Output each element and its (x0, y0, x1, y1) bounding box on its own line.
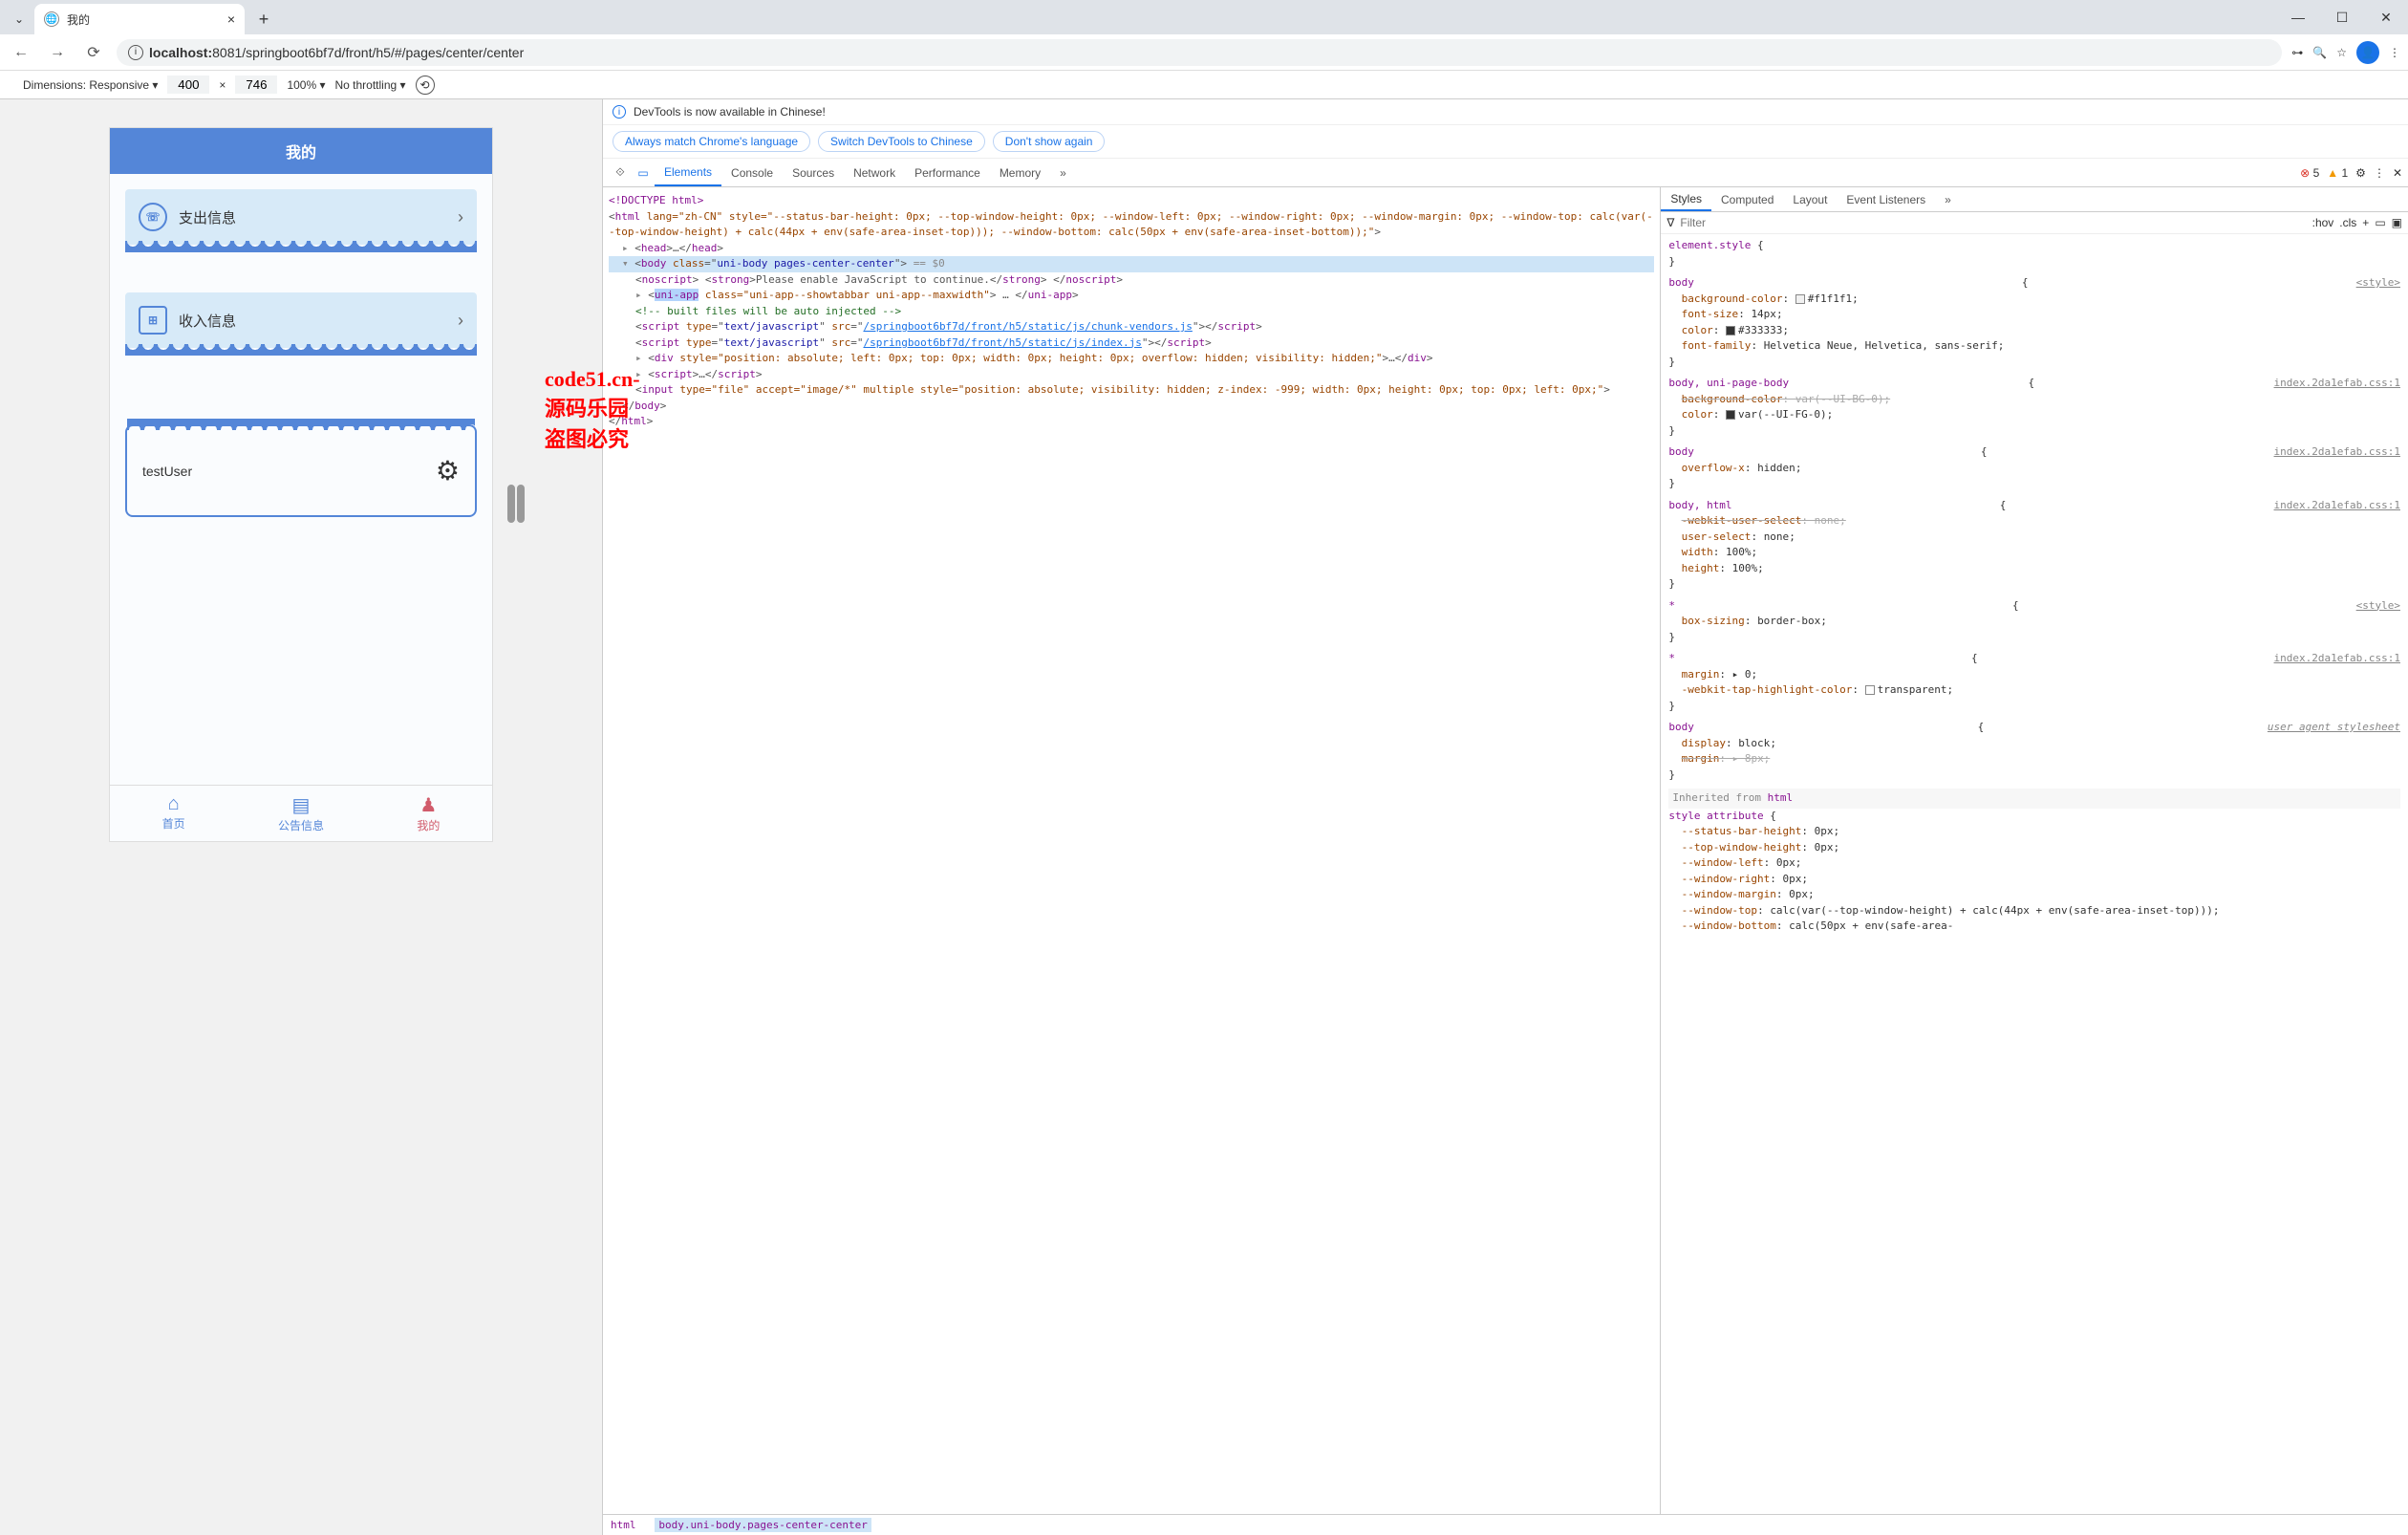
styles-rules[interactable]: element.style {} body {<style> backgroun… (1661, 234, 2408, 1514)
zoom-dropdown[interactable]: 100% ▾ (287, 78, 325, 92)
zoom-icon[interactable]: 🔍 (2312, 46, 2327, 59)
elements-breadcrumb[interactable]: html body.uni-body.pages-center-center (603, 1514, 2408, 1535)
browser-titlebar: ⌄ 🌐 我的 × + — ☐ ✕ (0, 0, 2408, 34)
mobile-tabbar: ⌂首页 ▤公告信息 ♟我的 (110, 785, 492, 841)
device-height-input[interactable] (235, 76, 277, 94)
device-icon[interactable]: ▭ (2375, 216, 2385, 229)
info-icon: i (613, 105, 626, 119)
tabbar-home[interactable]: ⌂首页 (110, 786, 237, 841)
back-button[interactable]: ← (8, 39, 34, 66)
card-label: 收入信息 (179, 311, 236, 331)
user-card[interactable]: testUser ⚙ (125, 424, 477, 517)
url-actions: ⊶ 🔍 ☆ 👤 ⋮ (2291, 41, 2400, 64)
chevron-right-icon: › (458, 207, 463, 227)
more-tabs-icon[interactable]: » (1050, 159, 1076, 186)
inspect-icon[interactable]: ⟐ (609, 165, 632, 180)
banner-text: DevTools is now available in Chinese! (634, 105, 826, 119)
tab-elements[interactable]: Elements (655, 159, 721, 186)
address-bar[interactable]: i localhost:8081/springboot6bf7d/front/h… (117, 39, 2282, 66)
browser-toolbar: ← → ⟳ i localhost:8081/springboot6bf7d/f… (0, 34, 2408, 71)
styles-pane: Styles Computed Layout Event Listeners »… (1660, 187, 2408, 1514)
devtools-panel: i DevTools is now available in Chinese! … (602, 99, 2408, 1535)
news-icon: ▤ (237, 793, 364, 817)
chevron-right-icon: › (458, 311, 463, 331)
profile-avatar[interactable]: 👤 (2356, 41, 2379, 64)
page-title: 我的 (110, 128, 492, 174)
reload-button[interactable]: ⟳ (80, 39, 107, 66)
device-toolbar: Dimensions: Responsive ▾ × 100% ▾ No thr… (0, 71, 2408, 99)
dimensions-dropdown[interactable]: Dimensions: Responsive ▾ (23, 78, 158, 92)
devtools-tabs: ⟐ ▭ Elements Console Sources Network Per… (603, 159, 2408, 187)
globe-icon: 🌐 (44, 11, 59, 27)
forward-button[interactable]: → (44, 39, 71, 66)
warning-count[interactable]: ▲ 1 (2327, 166, 2348, 180)
bookmark-icon[interactable]: ☆ (2336, 46, 2347, 59)
hov-button[interactable]: :hov (2312, 216, 2334, 229)
tab-styles[interactable]: Styles (1661, 187, 1711, 211)
resize-handle[interactable] (507, 485, 515, 523)
mobile-viewport: 我的 ☏ 支出信息 › ⊞ 收入信息 › testUser ⚙ ⌂首页 (110, 128, 492, 841)
tab-title: 我的 (67, 11, 90, 28)
new-tab-button[interactable]: + (250, 6, 277, 32)
window-controls: — ☐ ✕ (2276, 0, 2408, 34)
minimize-button[interactable]: — (2276, 0, 2320, 34)
main-split: 我的 ☏ 支出信息 › ⊞ 收入信息 › testUser ⚙ ⌂首页 (0, 99, 2408, 1535)
dont-show-again-button[interactable]: Don't show again (993, 131, 1106, 152)
match-language-button[interactable]: Always match Chrome's language (613, 131, 810, 152)
maximize-button[interactable]: ☐ (2320, 0, 2364, 34)
filter-icon: ∇ (1666, 216, 1674, 229)
devtools-menu-icon[interactable]: ⋮ (2374, 166, 2385, 180)
devtools-banner-buttons: Always match Chrome's language Switch De… (603, 125, 2408, 159)
income-info-card[interactable]: ⊞ 收入信息 › (125, 292, 477, 348)
tabbar-mine[interactable]: ♟我的 (365, 786, 492, 841)
devtools-banner: i DevTools is now available in Chinese! (603, 99, 2408, 125)
card-label: 支出信息 (179, 207, 236, 227)
error-count[interactable]: ⊗ 5 (2300, 166, 2319, 180)
home-icon: ⌂ (110, 793, 237, 815)
tab-layout[interactable]: Layout (1783, 187, 1837, 211)
gear-icon[interactable]: ⚙ (436, 455, 460, 486)
phone-icon: ☏ (139, 203, 167, 231)
tab-list-dropdown[interactable]: ⌄ (8, 8, 31, 31)
grid-icon: ⊞ (139, 306, 167, 335)
device-preview-pane: 我的 ☏ 支出信息 › ⊞ 收入信息 › testUser ⚙ ⌂首页 (0, 99, 602, 1535)
tab-computed[interactable]: Computed (1711, 187, 1783, 211)
site-info-icon[interactable]: i (128, 45, 143, 60)
mobile-content: ☏ 支出信息 › ⊞ 收入信息 › testUser ⚙ (110, 174, 492, 785)
tab-sources[interactable]: Sources (783, 159, 844, 186)
styles-tabs: Styles Computed Layout Event Listeners » (1661, 187, 2408, 212)
chrome-menu-icon[interactable]: ⋮ (2389, 46, 2400, 59)
tabbar-notice[interactable]: ▤公告信息 (237, 786, 364, 841)
tab-network[interactable]: Network (844, 159, 905, 186)
close-tab-icon[interactable]: × (227, 11, 235, 27)
tab-event-listeners[interactable]: Event Listeners (1837, 187, 1935, 211)
expense-info-card[interactable]: ☏ 支出信息 › (125, 189, 477, 245)
tab-console[interactable]: Console (721, 159, 783, 186)
styles-filter-input[interactable] (1680, 216, 2306, 229)
device-toggle-icon[interactable]: ▭ (632, 166, 655, 180)
expand-icon[interactable]: ▣ (2392, 216, 2402, 229)
close-devtools-icon[interactable]: ✕ (2393, 166, 2402, 180)
settings-icon[interactable]: ⚙ (2355, 166, 2366, 180)
switch-chinese-button[interactable]: Switch DevTools to Chinese (818, 131, 985, 152)
new-style-rule-icon[interactable]: + (2362, 216, 2369, 229)
elements-dom-tree[interactable]: <!DOCTYPE html> <html lang="zh-CN" style… (603, 187, 1660, 1514)
username-label: testUser (142, 464, 192, 479)
tab-memory[interactable]: Memory (990, 159, 1050, 186)
rotate-icon[interactable]: ⟲ (416, 76, 435, 95)
tab-performance[interactable]: Performance (905, 159, 990, 186)
user-icon: ♟ (365, 793, 492, 817)
more-styles-tabs-icon[interactable]: » (1935, 187, 1961, 211)
styles-filter-bar: ∇ :hov .cls + ▭ ▣ (1661, 212, 2408, 234)
password-icon[interactable]: ⊶ (2291, 46, 2303, 59)
device-width-input[interactable] (167, 76, 209, 94)
throttling-dropdown[interactable]: No throttling ▾ (335, 78, 406, 92)
browser-tab[interactable]: 🌐 我的 × (34, 4, 245, 34)
close-window-button[interactable]: ✕ (2364, 0, 2408, 34)
cls-button[interactable]: .cls (2339, 216, 2356, 229)
